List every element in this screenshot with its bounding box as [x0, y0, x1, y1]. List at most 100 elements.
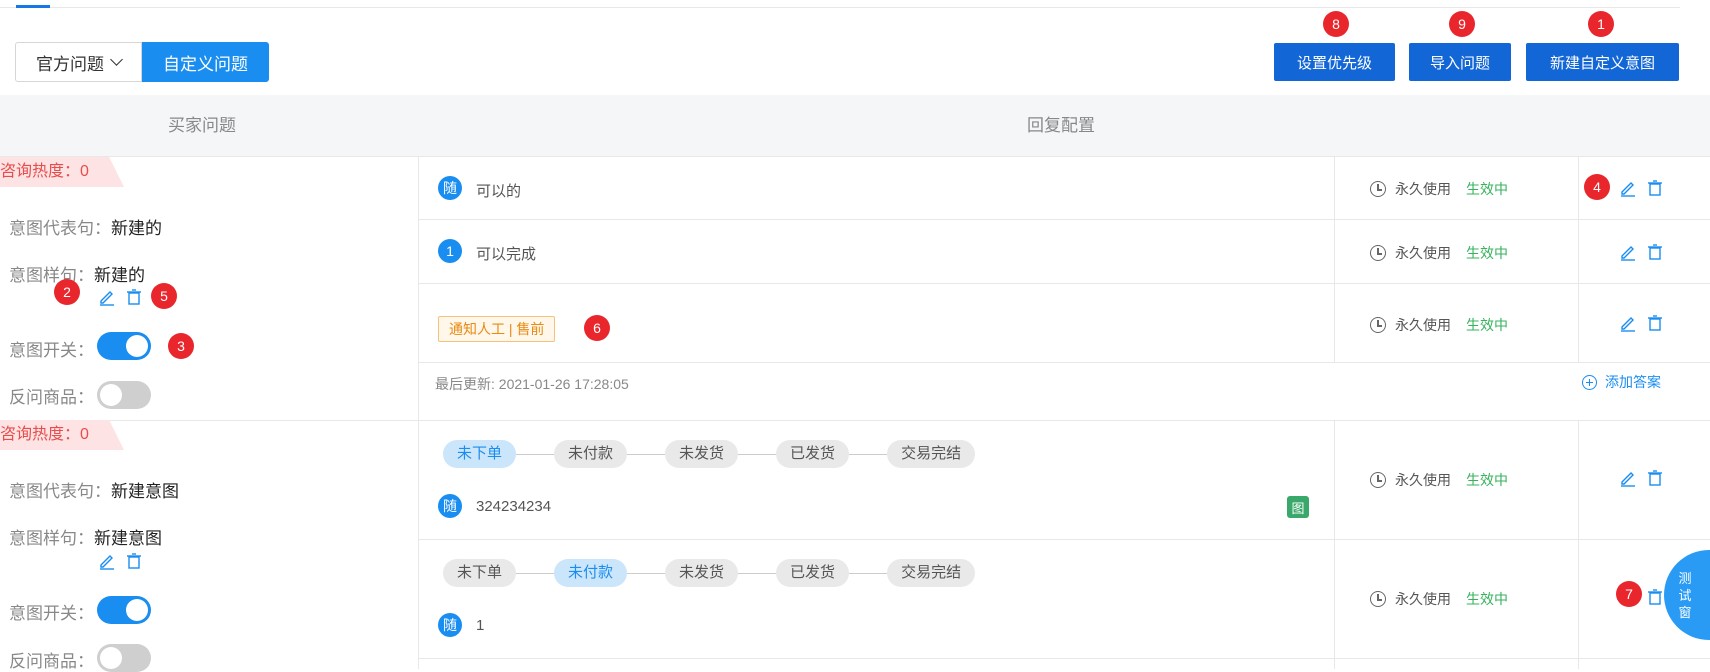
- intent-switch-toggle[interactable]: [97, 332, 151, 360]
- reply-text: 324234234: [476, 498, 552, 515]
- annotation-badge-4: 4: [1584, 174, 1610, 200]
- delete-icon[interactable]: [1644, 586, 1666, 608]
- test-window-char: 试: [1678, 588, 1692, 603]
- status-active: 生效中: [1466, 181, 1508, 197]
- custom-questions-tab[interactable]: 自定义问题: [142, 42, 269, 82]
- validity-cell: 永久使用 生效中: [1370, 589, 1508, 609]
- validity-text: 永久使用: [1395, 317, 1451, 333]
- intent-switch-toggle[interactable]: [97, 596, 151, 624]
- intent-representative-value: 新建的: [111, 219, 162, 238]
- step-unpaid[interactable]: 未付款: [554, 440, 628, 468]
- status-active: 生效中: [1466, 472, 1508, 488]
- delete-icon[interactable]: [1644, 241, 1666, 263]
- column-divider: [1578, 157, 1579, 362]
- row-divider: [418, 539, 1710, 540]
- intent-representative-value: 新建意图: [111, 482, 179, 501]
- intent-switch-row: 意图开关：: [9, 336, 94, 361]
- delete-icon[interactable]: [1644, 467, 1666, 489]
- clock-icon: [1370, 317, 1386, 333]
- official-questions-label: 官方问题: [36, 54, 104, 74]
- test-window-char: 测: [1678, 571, 1692, 586]
- annotation-badge-3: 3: [168, 333, 194, 359]
- step-completed[interactable]: 交易完结: [887, 559, 976, 587]
- official-questions-dropdown[interactable]: 官方问题: [15, 42, 142, 82]
- clock-icon: [1370, 181, 1386, 197]
- edit-icon[interactable]: [1617, 467, 1639, 489]
- intent-sample-label: 意图样句：: [9, 266, 94, 285]
- validity-cell: 永久使用 生效中: [1370, 315, 1508, 335]
- intent-representative-label: 意图代表句：: [9, 482, 111, 501]
- status-active: 生效中: [1466, 317, 1508, 333]
- delete-icon[interactable]: [1644, 312, 1666, 334]
- validity-cell: 永久使用 生效中: [1370, 243, 1508, 263]
- reply-text: 1: [476, 617, 485, 634]
- annotation-badge-8: 8: [1323, 11, 1349, 37]
- order-marker: 1: [438, 239, 462, 263]
- edit-icon[interactable]: [1617, 177, 1639, 199]
- row-divider: [418, 362, 1710, 363]
- set-priority-button[interactable]: 设置优先级: [1274, 43, 1395, 81]
- step-not-ordered[interactable]: 未下单: [443, 440, 517, 468]
- column-divider: [418, 157, 419, 669]
- edit-icon[interactable]: [1617, 241, 1639, 263]
- last-updated: 最后更新: 2021-01-26 17:28:05: [435, 376, 629, 392]
- reply-text: 可以的: [476, 183, 522, 200]
- column-divider: [1334, 157, 1335, 362]
- step-shipped[interactable]: 已发货: [776, 440, 850, 468]
- step-not-ordered[interactable]: 未下单: [443, 559, 517, 587]
- tab-underline: [0, 7, 1680, 8]
- test-window-char: 窗: [1678, 605, 1692, 620]
- random-marker: 随: [438, 176, 462, 200]
- delete-icon[interactable]: [1644, 177, 1666, 199]
- consult-heat-label: 咨询热度：0: [0, 157, 124, 187]
- notify-human-tag: 通知人工 | 售前: [438, 316, 556, 342]
- question-type-switch: 官方问题 自定义问题: [15, 42, 269, 82]
- step-not-shipped[interactable]: 未发货: [665, 440, 739, 468]
- intent-sample-row: 意图样句：新建意图: [9, 524, 162, 549]
- delete-icon[interactable]: [123, 286, 145, 308]
- step-shipped[interactable]: 已发货: [776, 559, 850, 587]
- delete-icon[interactable]: [123, 550, 145, 572]
- intent-switch-label: 意图开关：: [9, 341, 94, 360]
- column-header-reply-config: 回复配置: [1027, 116, 1095, 135]
- intent-representative-label: 意图代表句：: [9, 219, 111, 238]
- clock-icon: [1370, 472, 1386, 488]
- annotation-badge-2: 2: [54, 279, 80, 305]
- step-unpaid[interactable]: 未付款: [554, 559, 628, 587]
- intent-sample-value: 新建的: [94, 266, 145, 285]
- table-header: 买家问题 回复配置: [0, 95, 1710, 157]
- annotation-badge-1: 1: [1588, 11, 1614, 37]
- column-divider: [1334, 420, 1335, 669]
- ask-product-toggle[interactable]: [97, 644, 151, 672]
- annotation-badge-6: 6: [584, 315, 610, 341]
- step-not-shipped[interactable]: 未发货: [665, 559, 739, 587]
- annotation-badge-5: 5: [151, 283, 177, 309]
- ask-product-toggle[interactable]: [97, 381, 151, 409]
- active-tab-indicator: [16, 5, 50, 8]
- add-circle-icon: [1582, 374, 1597, 390]
- edit-icon[interactable]: [96, 550, 118, 572]
- add-answer-label: 添加答案: [1605, 374, 1661, 390]
- validity-text: 永久使用: [1395, 591, 1451, 607]
- new-custom-intent-button[interactable]: 新建自定义意图: [1526, 43, 1679, 81]
- edit-icon[interactable]: [96, 286, 118, 308]
- intent-switch-row: 意图开关：: [9, 599, 94, 624]
- chevron-down-icon: [110, 53, 123, 66]
- edit-icon[interactable]: [1617, 312, 1639, 334]
- intent-switch-label: 意图开关：: [9, 604, 94, 623]
- clock-icon: [1370, 245, 1386, 261]
- test-window-button[interactable]: 测 试 窗: [1664, 550, 1710, 640]
- clock-icon: [1370, 591, 1386, 607]
- image-icon[interactable]: 图: [1287, 496, 1309, 518]
- status-active: 生效中: [1466, 591, 1508, 607]
- random-marker: 随: [438, 494, 462, 518]
- intent-sample-label: 意图样句：: [9, 529, 94, 548]
- annotation-badge-7: 7: [1616, 581, 1642, 607]
- add-answer-button[interactable]: 添加答案: [1582, 372, 1661, 392]
- random-marker: 随: [438, 613, 462, 637]
- validity-cell: 永久使用 生效中: [1370, 179, 1508, 199]
- ask-product-label: 反问商品：: [9, 388, 94, 407]
- validity-text: 永久使用: [1395, 472, 1451, 488]
- step-completed[interactable]: 交易完结: [887, 440, 976, 468]
- import-questions-button[interactable]: 导入问题: [1409, 43, 1511, 81]
